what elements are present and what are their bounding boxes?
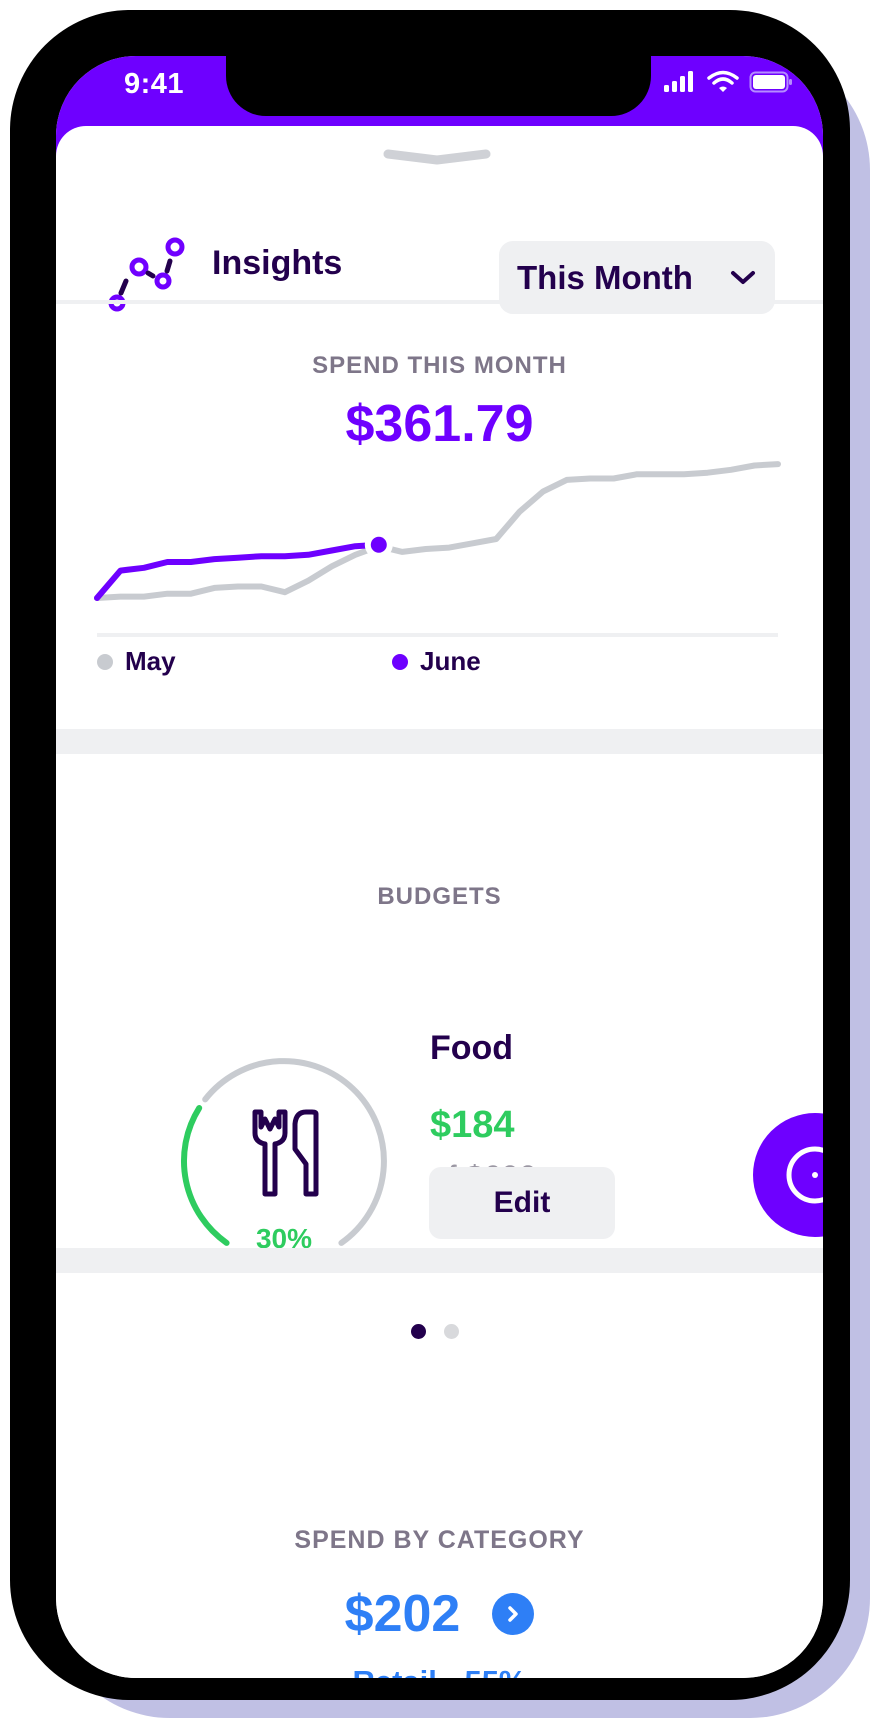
status-time: 9:41 (124, 68, 185, 100)
series-line-may (94, 461, 781, 601)
chevron-down-icon (731, 270, 755, 284)
budget-pager (411, 1324, 459, 1339)
budgets-label: BUDGETS (377, 883, 502, 910)
legend-item-may: May (97, 646, 176, 677)
category-detail-button[interactable] (492, 1593, 535, 1635)
battery-icon (749, 71, 792, 93)
legend-swatch-may (97, 653, 113, 670)
wifi-icon (707, 70, 739, 92)
spend-by-category-label: SPEND BY CATEGORY (294, 1526, 585, 1554)
budget-name: Food (430, 1029, 514, 1067)
legend-label-june: June (420, 646, 481, 676)
budget-progress-ring: 30% (180, 1058, 387, 1254)
add-fab-button[interactable] (753, 1113, 823, 1237)
edit-budget-button[interactable]: Edit (429, 1167, 615, 1239)
sheet-handle[interactable] (382, 148, 492, 168)
device-frame: 9:41 Insights This Month SPEND THIS MONT… (10, 10, 850, 1700)
pager-dot[interactable] (444, 1324, 459, 1339)
header-divider (56, 300, 823, 304)
pager-dot-active[interactable] (411, 1324, 426, 1339)
series-line-june (94, 541, 382, 601)
current-point-marker[interactable] (370, 536, 387, 553)
insights-sheet: Insights This Month SPEND THIS MONTH $36… (56, 126, 823, 1678)
cellular-signal-icon (664, 71, 693, 92)
category-detail: Retail · 55% (56, 1664, 823, 1678)
category-amount: $202 (344, 1585, 461, 1643)
period-dropdown-label: This Month (517, 258, 693, 296)
device-notch (226, 56, 651, 116)
section-separator (56, 729, 823, 754)
status-icons (663, 70, 793, 94)
section-separator-2 (56, 1248, 823, 1273)
spend-this-month-label: SPEND THIS MONTH (312, 352, 567, 379)
screen: 9:41 Insights This Month SPEND THIS MONT… (56, 56, 823, 1678)
spend-line-chart (94, 461, 781, 637)
budget-spent: $184 (430, 1104, 515, 1146)
legend-swatch-june (392, 653, 408, 670)
add-circle-icon (786, 1146, 823, 1204)
fork-knife-icon (252, 1109, 319, 1197)
page-title: Insights (212, 244, 343, 282)
category-amount-row: $202 (56, 1584, 823, 1644)
legend-label-may: May (125, 646, 176, 676)
legend-item-june: June (392, 646, 481, 677)
chevron-right-icon (508, 1606, 519, 1622)
budget-ring-progress (180, 1105, 230, 1246)
insights-graph-icon (108, 237, 185, 312)
